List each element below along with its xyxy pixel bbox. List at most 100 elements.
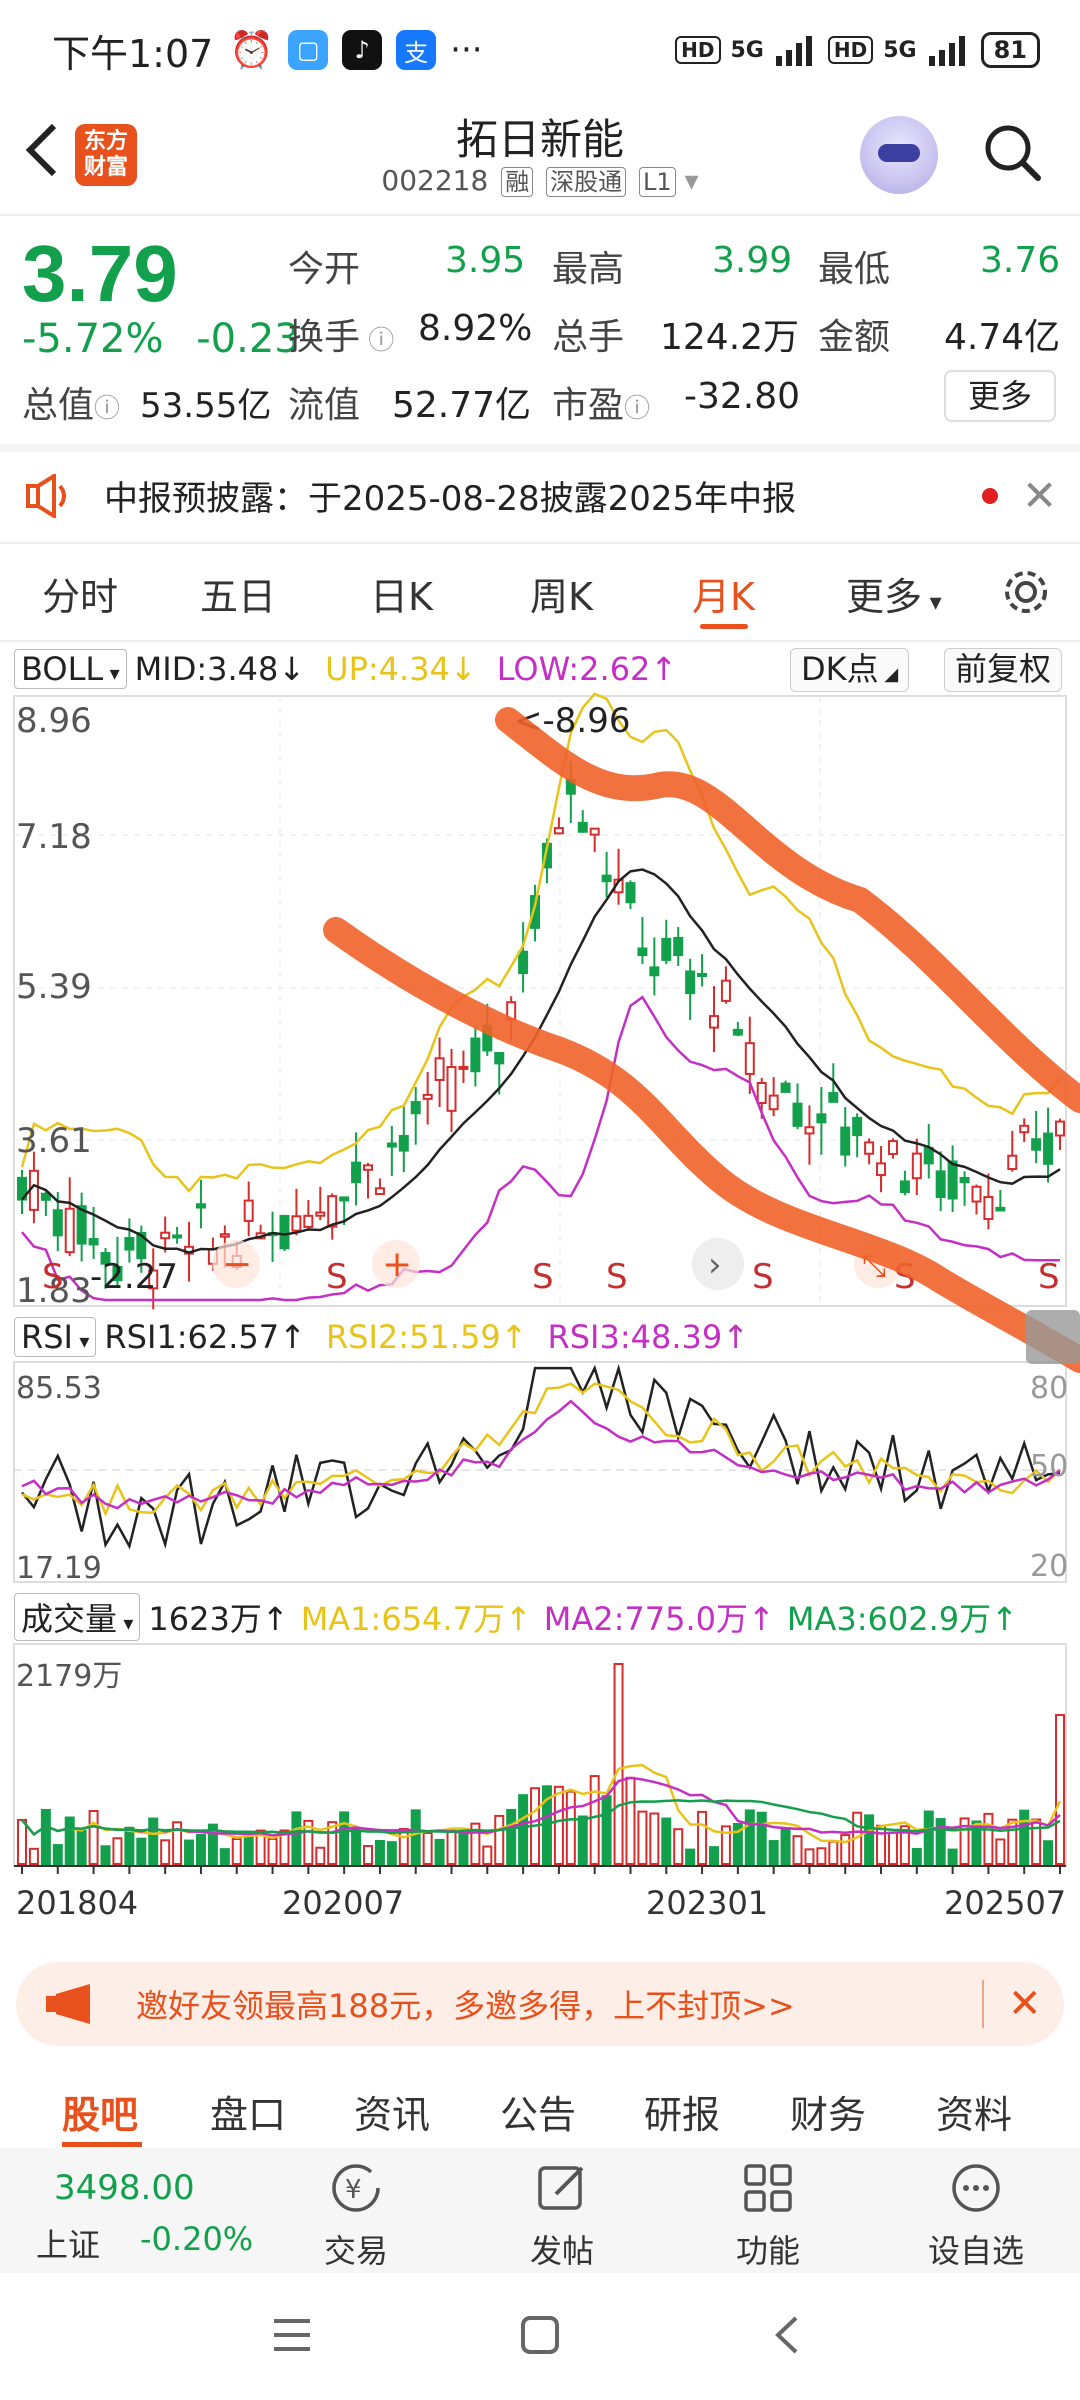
candle	[589, 827, 600, 836]
sell-signal-marker: S	[532, 1257, 554, 1297]
tab-forum[interactable]: 股吧	[62, 2084, 138, 2139]
candle	[971, 1185, 982, 1203]
candle	[172, 1234, 183, 1239]
volume-bar	[1031, 1818, 1042, 1865]
rsi-y-max: 85.53	[16, 1371, 102, 1406]
volume-bar	[553, 1785, 564, 1865]
volume-bar	[363, 1845, 373, 1866]
rsi-y-20: 20	[1030, 1549, 1068, 1584]
candle	[279, 1214, 290, 1250]
volume-bar	[422, 1832, 433, 1866]
candle	[625, 882, 636, 904]
home-icon[interactable]	[520, 2315, 560, 2355]
post-button[interactable]: 发帖	[492, 2160, 632, 2272]
candle	[780, 1082, 791, 1093]
tab-financials[interactable]: 财务	[790, 2084, 866, 2139]
tab-orderbook[interactable]: 盘口	[210, 2084, 286, 2139]
volume-y-max: 2179万	[16, 1659, 122, 1694]
back-nav-icon[interactable]	[772, 2315, 802, 2355]
volume-bar	[625, 1776, 636, 1865]
candle	[720, 979, 731, 1002]
candle	[374, 1187, 385, 1196]
tab-news[interactable]: 资讯	[354, 2084, 430, 2139]
x-label-3: 202301	[646, 1884, 768, 1922]
volume-bar	[506, 1808, 517, 1866]
trade-button[interactable]: ¥ 交易	[286, 2160, 426, 2272]
candle	[40, 1192, 51, 1201]
chevron-right-icon: ›	[708, 1245, 722, 1285]
candle	[339, 1196, 350, 1202]
candle	[422, 1093, 433, 1100]
candle	[768, 1094, 779, 1111]
volume-bar	[577, 1815, 588, 1865]
post-label: 发帖	[529, 2232, 594, 2270]
sell-signal-marker: S	[606, 1257, 628, 1297]
main-grid	[14, 696, 1066, 1306]
candle	[852, 1116, 863, 1137]
volume-bar	[923, 1810, 934, 1865]
volume-bar	[792, 1835, 803, 1866]
volume-bar	[661, 1817, 672, 1865]
volume-bar	[291, 1811, 302, 1865]
candle	[291, 1215, 302, 1232]
rsi-panel-frame	[13, 1361, 1067, 1583]
candle	[219, 1233, 230, 1238]
volume-bar	[637, 1810, 648, 1866]
volume-bar	[267, 1837, 278, 1866]
candle	[649, 966, 660, 977]
close-icon[interactable]: ✕	[1008, 1981, 1042, 2027]
volume-bar	[88, 1809, 99, 1865]
trade-icon: ¥	[332, 2164, 380, 2212]
y-label-1: 8.96	[16, 701, 92, 741]
candle	[887, 1140, 898, 1155]
volume-bar	[434, 1838, 445, 1865]
candle	[792, 1102, 803, 1127]
menu-icon[interactable]	[272, 2317, 312, 2353]
candle	[494, 1051, 505, 1065]
candle	[947, 1160, 958, 1200]
volume-bar	[184, 1839, 195, 1865]
volume-bar	[386, 1841, 397, 1866]
candle	[1055, 1120, 1065, 1137]
candle	[195, 1203, 206, 1209]
y-label-2: 7.18	[16, 817, 92, 857]
candle	[458, 1065, 469, 1070]
volume-bar	[876, 1824, 887, 1865]
volume-bar	[864, 1814, 875, 1865]
tab-profile[interactable]: 资料	[936, 2084, 1012, 2139]
tab-announcements[interactable]: 公告	[500, 2084, 576, 2139]
drawing-tool-handle[interactable]	[1026, 1310, 1080, 1364]
svg-text:¥: ¥	[345, 2175, 362, 2205]
candle	[518, 950, 529, 975]
chart-overlay-buttons: − + › ⤡	[212, 1238, 902, 1290]
volume-bar	[64, 1816, 75, 1866]
volume-bar	[995, 1838, 1006, 1866]
volume-bar	[28, 1847, 39, 1865]
tab-research[interactable]: 研报	[644, 2084, 720, 2139]
candle	[601, 874, 612, 883]
candle	[398, 1134, 409, 1152]
post-icon	[538, 2166, 584, 2210]
apps-icon	[744, 2164, 792, 2212]
sell-signal-marker: S	[1038, 1257, 1060, 1297]
candle	[911, 1152, 922, 1180]
candle	[959, 1176, 970, 1184]
candle	[446, 1066, 457, 1112]
volume-bar	[601, 1795, 612, 1866]
candle	[923, 1147, 934, 1165]
candle	[470, 1037, 481, 1073]
volume-bar	[589, 1775, 600, 1866]
invite-banner[interactable]: 邀好友领最高188元，多邀多得，上不封顶>> ✕	[16, 1962, 1064, 2046]
volume-bar	[160, 1839, 171, 1865]
volume-bar	[446, 1829, 457, 1866]
candle	[243, 1199, 254, 1222]
kline-chart[interactable]: 8.96 7.18 5.39 3.61 1.83 <-8.96 -2.27 − …	[0, 0, 1080, 1960]
candle	[756, 1081, 767, 1105]
candle	[386, 1142, 397, 1148]
candle	[697, 972, 708, 977]
apps-button[interactable]: 功能	[698, 2160, 838, 2272]
volume-bar	[685, 1848, 696, 1865]
y-label-4: 3.61	[16, 1121, 92, 1161]
candle	[160, 1231, 171, 1240]
add-watchlist-button[interactable]: 设自选	[906, 2160, 1046, 2272]
